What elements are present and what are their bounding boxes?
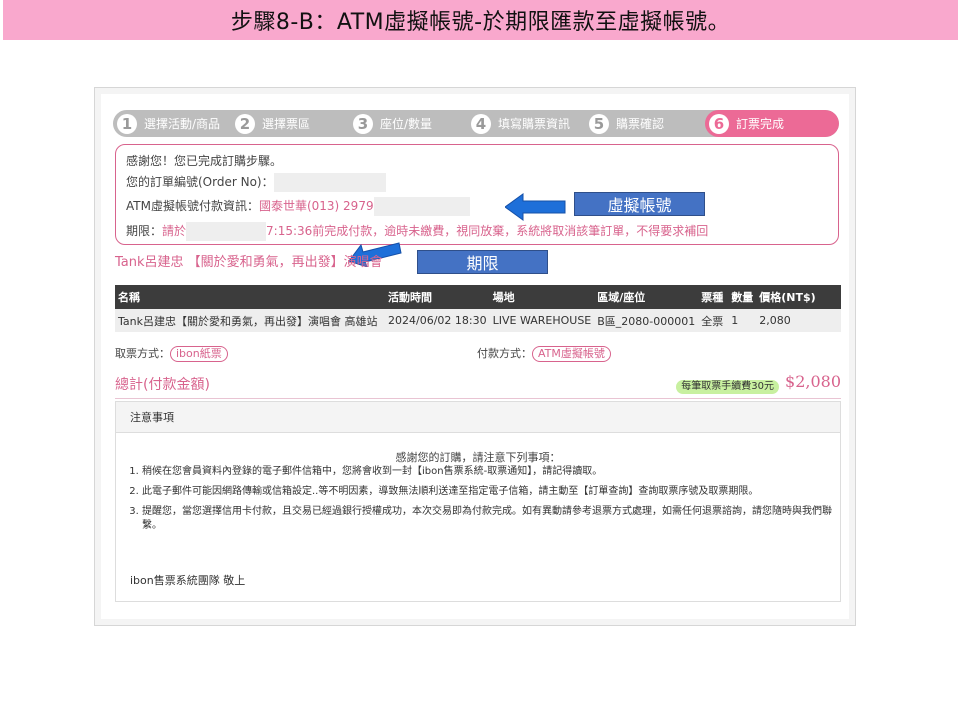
payment-method-label: 付款方式： [477,347,532,360]
pickup-method-label: 取票方式： [115,347,170,360]
total-amount: $2,080 [785,372,841,391]
column-header: 票種 [698,285,729,309]
step-5: 5 購票確認 [589,110,664,137]
total-section: 總計(付款金額) 每筆取票手續費30元 $2,080 [115,372,841,399]
virtual-account-callout-label: 虛擬帳號 [607,196,672,215]
atm-account-redacted [373,197,470,216]
notice-signature: ibon售票系統團隊 敬上 [130,574,246,587]
notice-thanks: 感謝您的訂購，請注意下列事項： [395,451,561,464]
progress-steps: 1 選擇活動/商品 2 選擇票區 3 座位/數量 4 填寫購票資訊 5 購票確認… [113,110,839,137]
step-number: 1 [117,113,137,134]
deadline-label: 期限： [126,224,163,238]
deadline-callout-label: 期限 [466,254,499,273]
payment-method-badge: ATM虛擬帳號 [532,346,611,362]
column-header: 活動時間 [385,285,490,309]
fee-badge: 每筆取票手續費30元 [676,380,779,394]
step-label: 訂票完成 [736,117,785,131]
notice-header: 注意事項 [116,402,840,433]
step-number: 3 [353,113,373,134]
step-label: 填寫購票資訊 [498,117,571,131]
pickup-method-badge: ibon紙票 [170,346,228,362]
cell-quantity: 1 [728,309,757,332]
total-label: 總計(付款金額) [115,377,210,393]
cell-time: 2024/06/02 18:30 [385,309,490,332]
step-3: 3 座位/數量 [353,110,432,137]
deadline-message: 7:15:36前完成付款，逾時未繳費，視同放棄，系統將取消該筆訂單，不得要求補回 [266,224,709,238]
deadline-line: 期限：請於 7:15:36前完成付款，逾時未繳費，視同放棄，系統將取消該筆訂單，不… [126,222,708,241]
cell-ticket-type: 全票 [698,309,729,332]
step-label: 購票確認 [616,117,665,131]
step-number: 2 [235,113,255,134]
table-header-row: 名稱 活動時間 場地 區域/座位 票種 數量 價格(NT$) [115,285,841,309]
list-item: 稍候在您會員資料內登錄的電子郵件信箱中，您將會收到一封【ibon售票系統-取票通… [142,465,832,479]
instruction-banner: 步驟8-B：ATM虛擬帳號-於期限匯款至虛擬帳號。 [3,0,958,40]
event-title: Tank呂建忠 【關於愛和勇氣，再出發】演唱會 [115,255,383,270]
list-item: 此電子郵件可能因網路傳輸或信箱設定..等不明因素，導致無法順利送達至指定電子信箱… [142,485,832,499]
step-4: 4 填寫購票資訊 [471,110,570,137]
pickup-method: 取票方式： ibon紙票 [115,345,228,362]
list-item: 提醒您，當您選擇信用卡付款，且交易已經過銀行授權成功，本次交易即為付款完成。如有… [142,505,832,533]
notice-header-label: 注意事項 [130,411,174,424]
payment-method: 付款方式： ATM虛擬帳號 [477,345,611,362]
cell-venue: LIVE WAREHOUSE [489,309,595,332]
column-header: 區域/座位 [594,285,699,309]
table-row: Tank呂建忠【關於愛和勇氣，再出發】演唱會 高雄站 2024/06/02 18… [115,309,841,332]
notice-box: 注意事項 感謝您的訂購，請注意下列事項： 稍候在您會員資料內登錄的電子郵件信箱中… [115,401,841,602]
cell-seat: B區_2080-000001 [594,309,699,332]
step-label: 選擇票區 [262,117,311,131]
order-number-label: 您的訂單編號(Order No)： [126,175,274,189]
step-number: 5 [589,113,609,134]
banner-title: 步驟8-B：ATM虛擬帳號-於期限匯款至虛擬帳號。 [230,10,731,35]
atm-account-label: ATM虛擬帳號付款資訊： [126,199,259,213]
cell-price: 2,080 [756,309,841,332]
step-1: 1 選擇活動/商品 [117,110,220,137]
column-header: 場地 [489,285,595,309]
deadline-callout: 期限 [417,250,548,274]
atm-account-line: ATM虛擬帳號付款資訊：國泰世華(013) 2979 [126,197,470,216]
step-6: 6 訂票完成 [709,110,784,137]
virtual-account-callout: 虛擬帳號 [574,192,705,216]
thanks-message: 感謝您！您已完成訂購步驟。 [126,154,283,168]
cell-name: Tank呂建忠【關於愛和勇氣，再出發】演唱會 高雄站 [115,309,385,332]
screenshot-frame: 1 選擇活動/商品 2 選擇票區 3 座位/數量 4 填寫購票資訊 5 購票確認… [94,87,856,626]
atm-account-value: 國泰世華(013) 2979 [258,199,374,213]
order-complete-box: 感謝您！您已完成訂購步驟。 您的訂單編號(Order No)： ATM虛擬帳號付… [115,144,839,245]
ticket-page: 1 選擇活動/商品 2 選擇票區 3 座位/數量 4 填寫購票資訊 5 購票確認… [101,94,849,619]
order-number-line: 您的訂單編號(Order No)： [126,173,386,192]
column-header: 名稱 [115,285,385,309]
column-header: 數量 [728,285,757,309]
arrow-left-icon [505,193,566,221]
deadline-date-redacted [186,222,267,241]
notice-list: 稍候在您會員資料內登錄的電子郵件信箱中，您將會收到一封【ibon售票系統-取票通… [128,465,832,539]
step-label: 座位/數量 [380,117,433,131]
order-number-redacted [273,173,386,192]
order-table: 名稱 活動時間 場地 區域/座位 票種 數量 價格(NT$) Tank呂建忠【關… [115,285,841,332]
step-number: 4 [471,113,491,134]
step-2: 2 選擇票區 [235,110,310,137]
step-number: 6 [709,113,729,134]
step-label: 選擇活動/商品 [144,117,221,131]
column-header: 價格(NT$) [756,285,841,309]
deadline-prefix: 請於 [162,224,187,238]
